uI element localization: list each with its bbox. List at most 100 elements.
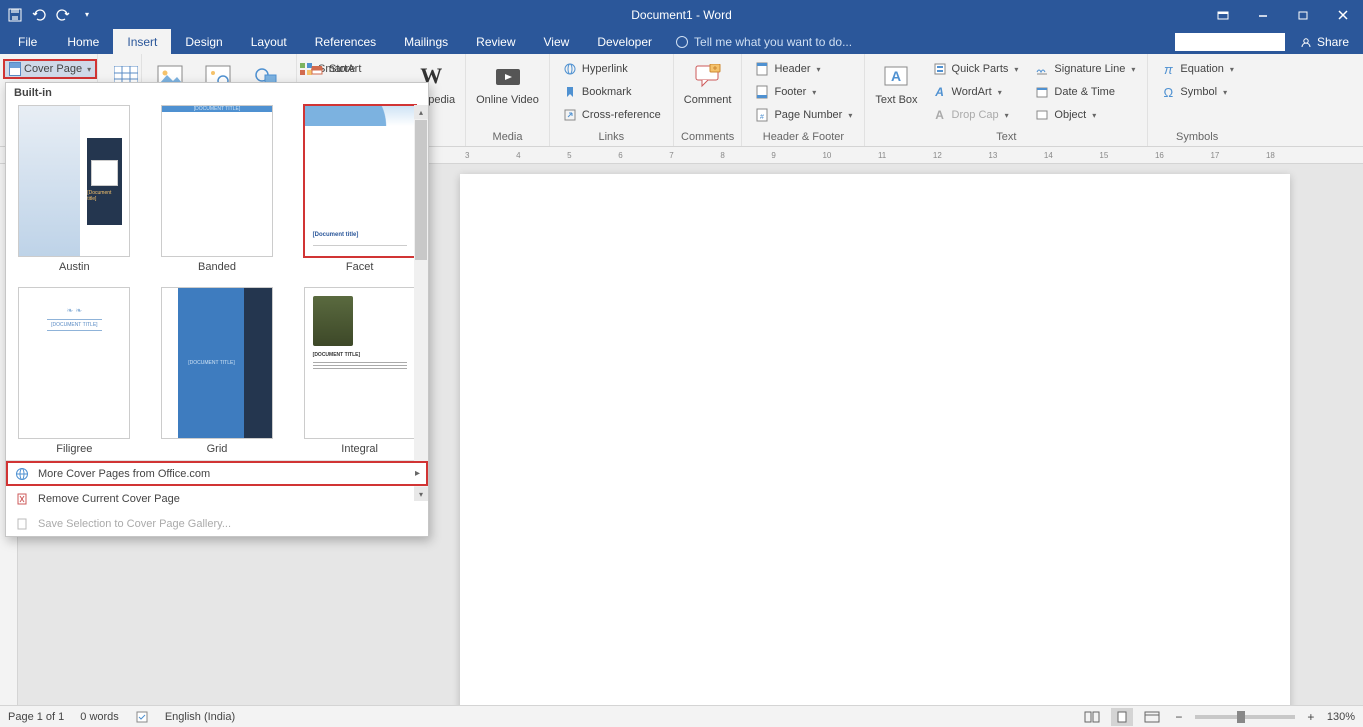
thumb-title: [DOCUMENT TITLE] <box>188 360 235 366</box>
hyperlink-button[interactable]: Hyperlink <box>556 58 667 80</box>
tell-me-search[interactable]: Tell me what you want to do... <box>666 29 862 54</box>
signature-label: Signature Line <box>1054 63 1125 75</box>
scroll-up-button[interactable]: ▴ <box>414 105 428 119</box>
date-time-button[interactable]: Date & Time <box>1028 81 1141 103</box>
zoom-handle[interactable] <box>1237 711 1245 723</box>
status-proofing[interactable] <box>135 710 149 724</box>
tab-insert[interactable]: Insert <box>113 29 171 54</box>
symbol-button[interactable]: ΩSymbol▾ <box>1154 81 1239 103</box>
quickparts-icon <box>933 62 947 76</box>
gallery-item-integral[interactable]: [DOCUMENT TITLE] Integral <box>297 287 422 455</box>
tab-file[interactable]: File <box>2 29 53 54</box>
svg-text:#: # <box>761 114 765 121</box>
zoom-in-button[interactable]: + <box>1303 709 1319 725</box>
equation-icon: π <box>1160 61 1176 77</box>
equation-button[interactable]: πEquation▾ <box>1154 58 1239 80</box>
tab-mailings[interactable]: Mailings <box>390 29 462 54</box>
status-words[interactable]: 0 words <box>80 711 119 723</box>
text-box-button[interactable]: AText Box <box>871 58 921 126</box>
more-cover-pages-button[interactable]: More Cover Pages from Office.com ▸ <box>6 461 428 486</box>
header-button[interactable]: Header▾ <box>748 58 858 80</box>
gallery-item-grid[interactable]: [DOCUMENT TITLE] Grid <box>155 287 280 455</box>
search-input[interactable] <box>1175 33 1285 51</box>
group-comments-label: Comments <box>680 131 736 144</box>
tab-view[interactable]: View <box>530 29 584 54</box>
chevron-down-icon: ▾ <box>812 88 816 97</box>
ribbon-display-options[interactable] <box>1203 0 1243 29</box>
gallery-item-filigree[interactable]: ❧ ❧[DOCUMENT TITLE] Filigree <box>12 287 137 455</box>
page-number-button[interactable]: #Page Number▾ <box>748 104 858 126</box>
web-layout-button[interactable] <box>1141 708 1163 726</box>
minimize-button[interactable] <box>1243 0 1283 29</box>
globe-icon <box>15 467 29 481</box>
online-video-label: Online Video <box>476 94 539 107</box>
cover-page-button[interactable]: Cover Page ▾ <box>3 59 97 79</box>
tab-review[interactable]: Review <box>462 29 529 54</box>
chevron-down-icon: ▾ <box>85 10 89 19</box>
save-button[interactable] <box>4 4 26 26</box>
gallery-item-facet[interactable]: [Document title] Facet <box>297 105 422 273</box>
tab-home[interactable]: Home <box>53 29 113 54</box>
bookmark-button[interactable]: Bookmark <box>556 81 667 103</box>
gallery-item-austin[interactable]: [Document title] Austin <box>12 105 137 273</box>
wordart-button[interactable]: AWordArt▾ <box>926 81 1025 103</box>
datetime-label: Date & Time <box>1054 86 1115 98</box>
gallery-scrollbar[interactable]: ▴ ▾ <box>414 105 428 501</box>
tab-developer[interactable]: Developer <box>583 29 666 54</box>
header-label: Header <box>774 63 810 75</box>
thumb-title: [Document title] <box>313 232 359 238</box>
status-language[interactable]: English (India) <box>165 711 235 723</box>
chevron-down-icon: ▾ <box>1230 65 1234 74</box>
status-page[interactable]: Page 1 of 1 <box>8 711 64 723</box>
pagenumber-icon: # <box>755 108 769 122</box>
chevron-down-icon: ▾ <box>1005 111 1009 120</box>
symbol-label: Symbol <box>1180 86 1217 98</box>
remove-cover-page-button[interactable]: Remove Current Cover Page <box>6 486 428 511</box>
chevron-down-icon: ▾ <box>1131 65 1135 74</box>
group-text: AText Box Quick Parts▾ AWordArt▾ ADrop C… <box>865 54 1148 146</box>
web-layout-icon <box>1144 711 1160 723</box>
object-button[interactable]: Object▾ <box>1028 104 1141 126</box>
document-page[interactable] <box>460 174 1290 705</box>
signature-icon <box>1035 62 1049 76</box>
proofing-icon <box>135 710 149 724</box>
footer-label: Footer <box>774 86 806 98</box>
quick-parts-button[interactable]: Quick Parts▾ <box>926 58 1025 80</box>
signature-line-button[interactable]: Signature Line ▾ <box>1028 58 1141 80</box>
tab-layout[interactable]: Layout <box>237 29 301 54</box>
online-video-button[interactable]: Online Video <box>472 58 543 109</box>
chevron-down-icon: ▾ <box>848 111 852 120</box>
print-layout-button[interactable] <box>1111 708 1133 726</box>
ribbon-options-icon <box>1217 9 1229 21</box>
remove-icon <box>15 492 29 506</box>
wordart-label: WordArt <box>952 86 992 98</box>
store-button[interactable]: Store <box>303 58 399 80</box>
undo-button[interactable] <box>28 4 50 26</box>
quickparts-label: Quick Parts <box>952 63 1009 75</box>
ruler-mark: 16 <box>1155 151 1164 160</box>
drop-cap-button[interactable]: ADrop Cap▾ <box>926 104 1025 126</box>
window-title: Document1 - Word <box>631 8 731 22</box>
qat-customize[interactable]: ▾ <box>76 4 98 26</box>
gallery-item-banded[interactable]: [DOCUMENT TITLE] Banded <box>155 105 280 273</box>
read-mode-button[interactable] <box>1081 708 1103 726</box>
tab-design[interactable]: Design <box>171 29 236 54</box>
footer-icon <box>755 85 769 99</box>
footer-button[interactable]: Footer ▾ <box>748 81 858 103</box>
crossref-button[interactable]: Cross-reference <box>556 104 667 126</box>
comment-button[interactable]: Comment <box>680 58 736 109</box>
read-mode-icon <box>1084 711 1100 723</box>
gallery-caption: Austin <box>59 261 90 273</box>
group-links-label: Links <box>556 131 667 144</box>
zoom-level[interactable]: 130% <box>1327 711 1355 723</box>
zoom-out-button[interactable]: − <box>1171 709 1187 725</box>
tab-references[interactable]: References <box>301 29 390 54</box>
share-button[interactable]: Share <box>1293 35 1355 49</box>
close-button[interactable] <box>1323 0 1363 29</box>
redo-button[interactable] <box>52 4 74 26</box>
scroll-thumb[interactable] <box>415 120 427 260</box>
maximize-button[interactable] <box>1283 0 1323 29</box>
dropcap-icon: A <box>932 107 948 123</box>
zoom-slider[interactable] <box>1195 715 1295 719</box>
gallery-scroll[interactable]: [Document title] Austin [DOCUMENT TITLE]… <box>6 103 428 460</box>
